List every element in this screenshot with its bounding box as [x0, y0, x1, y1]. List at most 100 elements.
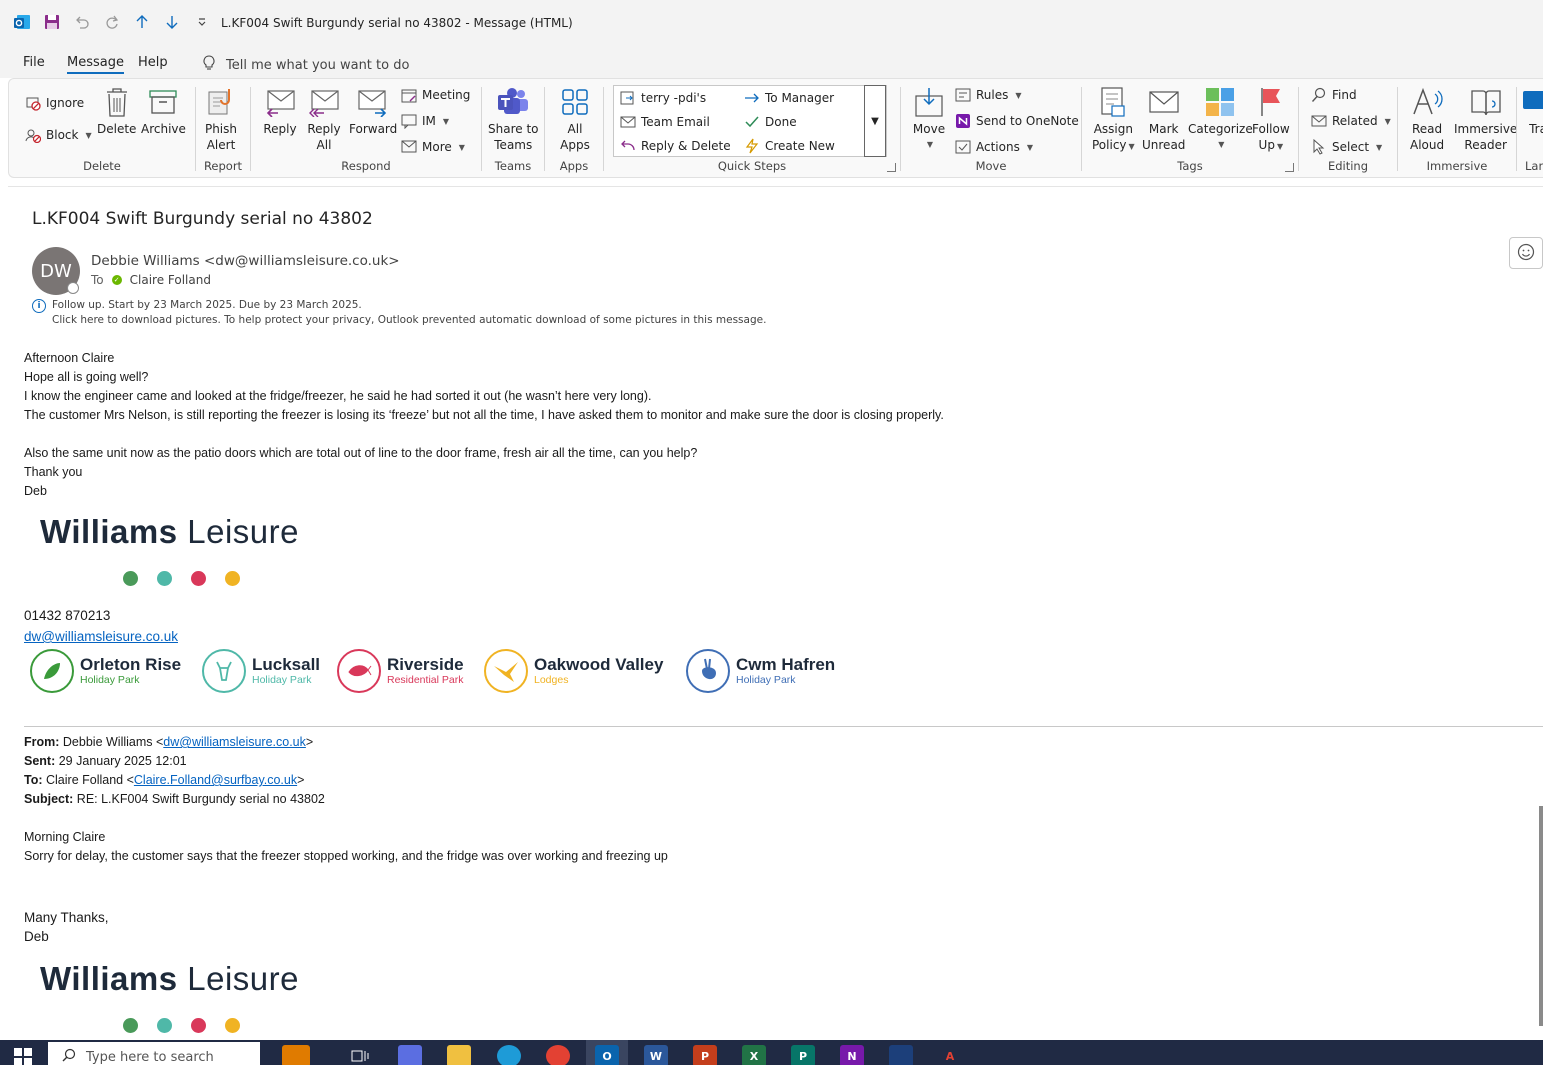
immersive-reader-button[interactable]: Immersive Reader	[1454, 85, 1517, 153]
onenote-taskbar-icon[interactable]: N	[840, 1045, 864, 1065]
ignore-icon	[25, 95, 41, 111]
group-label-teams: Teams	[494, 159, 532, 173]
deer-icon	[202, 649, 246, 693]
quoted-from-email-link[interactable]: dw@williamsleisure.co.uk	[163, 735, 306, 749]
dialog-launcher-icon[interactable]	[1285, 163, 1294, 172]
info-bar[interactable]: i Follow up. Start by 23 March 2025. Due…	[32, 298, 766, 328]
all-apps-button[interactable]: All Apps	[558, 85, 592, 153]
briefcase-app-icon[interactable]	[282, 1045, 310, 1065]
body-line: Also the same unit now as the patio door…	[24, 446, 698, 460]
reply-button[interactable]: Reply	[263, 85, 297, 137]
bird-icon	[484, 649, 528, 693]
reply-all-button[interactable]: Reply All	[307, 85, 341, 153]
group-label-apps: Apps	[559, 159, 589, 173]
tell-me-text: Tell me what you want to do	[226, 57, 410, 73]
tab-help[interactable]: Help	[138, 55, 168, 70]
taskbar-search-input[interactable]: Type here to search	[48, 1042, 260, 1065]
app-icon[interactable]	[889, 1045, 913, 1065]
reply-icon	[263, 85, 297, 119]
archive-icon	[146, 85, 180, 119]
find-button[interactable]: Find	[1311, 87, 1357, 103]
download-pictures-info: Click here to download pictures. To help…	[52, 314, 767, 326]
word-icon[interactable]: W	[644, 1045, 668, 1065]
logo-dot	[191, 1018, 206, 1033]
hare-icon	[686, 649, 730, 693]
block-icon	[25, 127, 41, 143]
forward-button[interactable]: Forward	[349, 85, 397, 137]
mark-unread-button[interactable]: Mark Unread	[1142, 85, 1185, 153]
meeting-button[interactable]: Meeting	[401, 87, 470, 103]
previous-item-icon[interactable]	[132, 12, 152, 32]
move-button[interactable]: Move ▼	[912, 85, 946, 153]
chevron-down-icon: ▼	[1376, 142, 1383, 152]
phish-alert-button[interactable]: Phish Alert	[204, 85, 238, 153]
read-aloud-button[interactable]: Read Aloud	[1410, 85, 1444, 153]
related-mail-icon	[1311, 113, 1327, 129]
publisher-icon[interactable]: P	[791, 1045, 815, 1065]
block-button[interactable]: Block ▼	[25, 127, 92, 143]
email-link[interactable]: dw@williamsleisure.co.uk	[24, 629, 178, 644]
powerpoint-icon[interactable]: P	[693, 1045, 717, 1065]
tab-message[interactable]: Message	[67, 55, 124, 74]
quoted-message: From: Debbie Williams <dw@williamsleisur…	[24, 733, 668, 946]
categorize-button[interactable]: Categorize ▼	[1188, 85, 1253, 153]
task-view-icon[interactable]	[348, 1045, 372, 1065]
excel-icon[interactable]: X	[742, 1045, 766, 1065]
more-respond-button[interactable]: More ▼	[401, 139, 465, 155]
archive-button[interactable]: Archive	[141, 85, 186, 137]
chevron-down-icon: ▼	[1015, 90, 1022, 100]
sender-name[interactable]: Debbie Williams <dw@williamsleisure.co.u…	[91, 253, 400, 269]
dialog-launcher-icon[interactable]	[887, 163, 896, 172]
to-label: To	[91, 273, 104, 287]
envelope-icon	[1147, 85, 1181, 119]
customize-toolbar-icon[interactable]	[192, 12, 212, 32]
quoted-body-line	[24, 866, 668, 887]
group-label-quick-steps: Quick Steps	[717, 159, 787, 173]
available-status-icon: ✓	[111, 275, 122, 285]
save-icon[interactable]	[42, 12, 62, 32]
select-button[interactable]: Select ▼	[1311, 139, 1382, 155]
search-icon	[1311, 87, 1327, 103]
rules-button[interactable]: Rules ▼	[955, 87, 1022, 103]
group-label-language: Lan	[1525, 159, 1543, 173]
windows-start-icon[interactable]	[14, 1048, 32, 1065]
title-bar: L.KF004 Swift Burgundy serial no 43802 -…	[0, 0, 1543, 48]
body-line: Afternoon Claire	[24, 351, 115, 365]
quoted-to-email-link[interactable]: Claire.Folland@surfbay.co.uk	[134, 773, 297, 787]
presence-status-icon	[67, 282, 79, 294]
tab-file[interactable]: File	[23, 55, 45, 70]
actions-button[interactable]: Actions ▼	[955, 139, 1033, 155]
next-item-icon[interactable]	[162, 12, 182, 32]
chevron-down-icon: ▼	[926, 140, 934, 149]
follow-up-button[interactable]: Follow Up ▼	[1252, 85, 1290, 155]
reading-pane: L.KF004 Swift Burgundy serial no 43802 D…	[8, 186, 1543, 1040]
cursor-icon	[1311, 139, 1327, 155]
language-group: Tra Lan	[1517, 79, 1543, 177]
outlook-taskbar-icon[interactable]: O	[595, 1045, 619, 1065]
assign-policy-button[interactable]: Assign Policy ▼	[1092, 85, 1135, 155]
chrome-icon[interactable]	[546, 1045, 570, 1065]
file-explorer-icon[interactable]	[447, 1045, 471, 1065]
translate-button[interactable]: Tra	[1521, 85, 1543, 137]
related-button[interactable]: Related ▼	[1311, 113, 1391, 129]
copilot-icon[interactable]	[398, 1045, 422, 1065]
park-oakwood-valley: Oakwood Valley Lodges	[484, 649, 663, 693]
group-label-delete: Delete	[83, 159, 121, 173]
adobe-icon[interactable]: A	[938, 1045, 962, 1065]
phone-number: 01432 870213	[24, 608, 111, 623]
reaction-button[interactable]	[1509, 237, 1543, 269]
tell-me-search[interactable]: Tell me what you want to do	[202, 55, 409, 75]
ignore-button[interactable]: Ignore	[25, 95, 84, 111]
chat-icon	[401, 113, 417, 129]
send-to-onenote-button[interactable]: Send to OneNote	[955, 113, 1079, 129]
share-to-teams-button[interactable]: Share to Teams	[488, 85, 539, 153]
undo-icon[interactable]	[72, 12, 92, 32]
redo-icon[interactable]	[102, 12, 122, 32]
ribbon: Ignore Block ▼ Delete Archive Delete Phis…	[8, 78, 1543, 178]
reading-pane-scrollbar[interactable]	[1539, 806, 1543, 1026]
edge-icon[interactable]	[497, 1045, 521, 1065]
recipient-name[interactable]: Claire Folland	[130, 273, 211, 287]
im-button[interactable]: IM ▼	[401, 113, 449, 129]
fish-icon	[337, 649, 381, 693]
delete-button[interactable]: Delete	[97, 85, 136, 137]
